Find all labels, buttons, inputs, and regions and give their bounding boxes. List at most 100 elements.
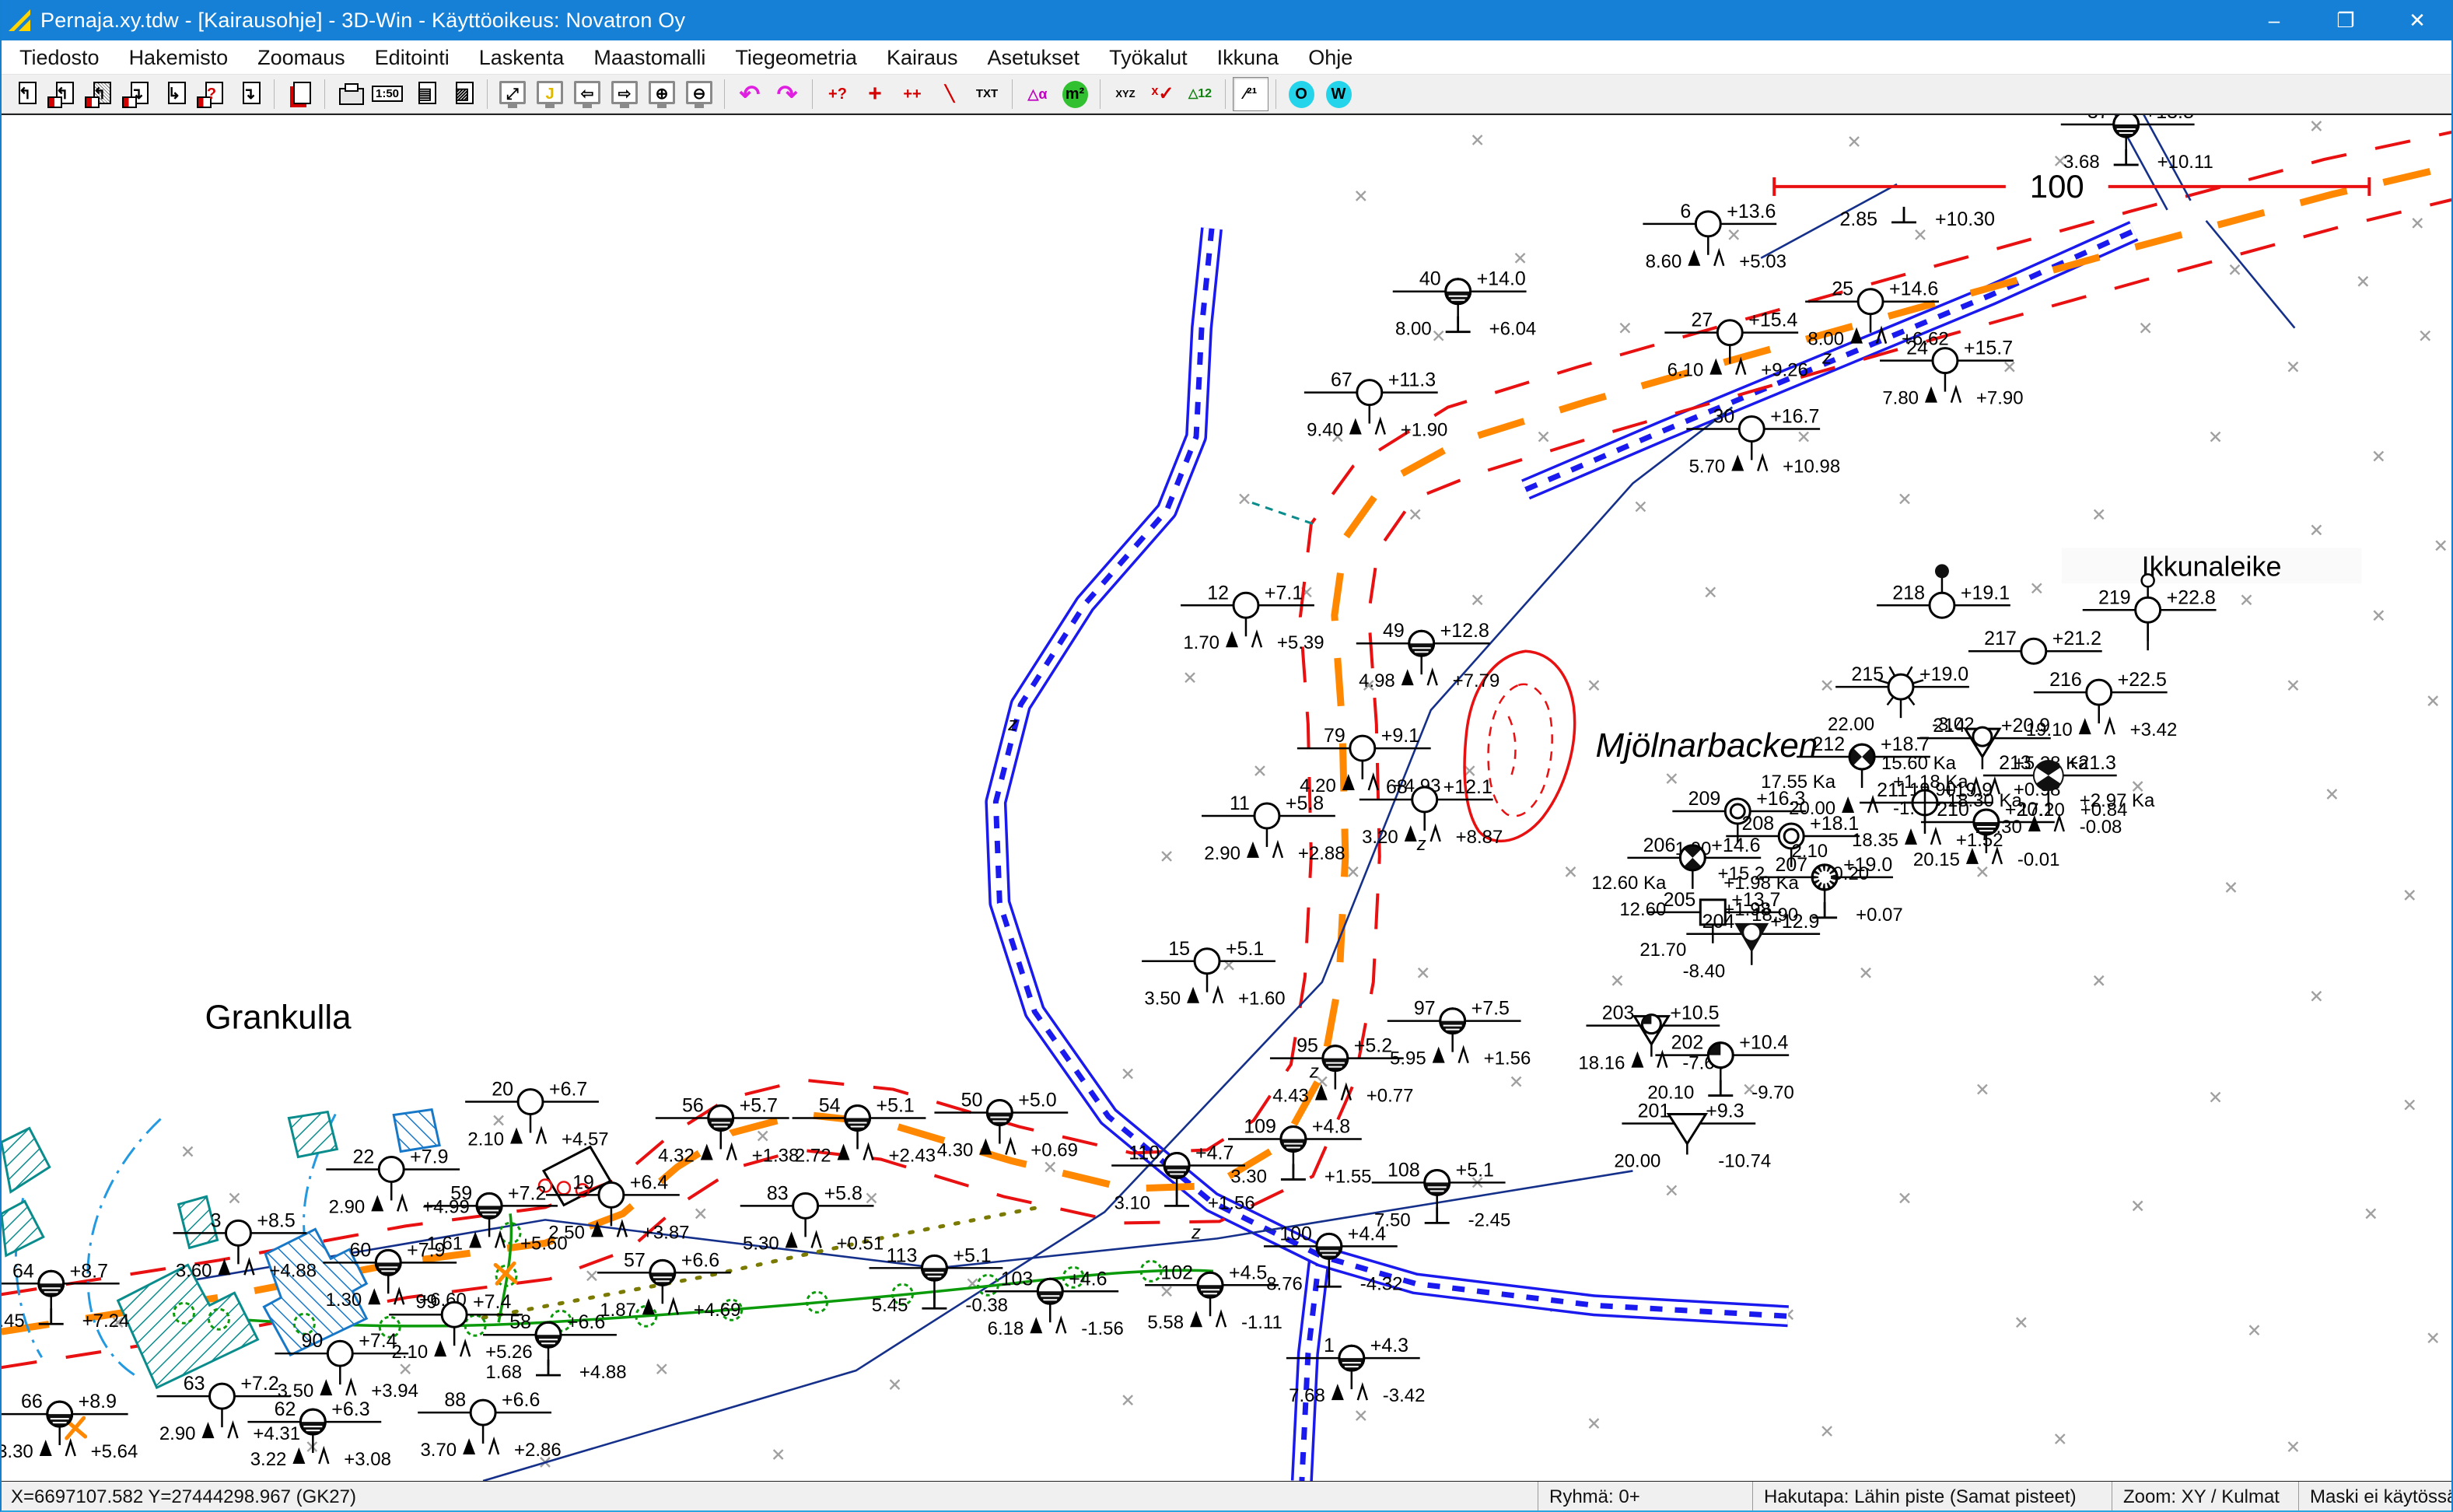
pan-right-button[interactable]: ⇨ [607,77,642,111]
menu-editointi[interactable]: Editointi [360,40,464,75]
triangle-model-glyph: △12 [1188,88,1212,100]
survey-point-219[interactable]: 219+22.8 [2083,574,2217,650]
triangle-model-button[interactable]: △12 [1182,77,1218,111]
write-file-glyph: ↴ [243,86,256,102]
survey-point-20[interactable]: 20+6.72.10+4.57 [465,1079,609,1150]
svg-text:6.18: 6.18 [988,1318,1024,1339]
survey-point-217[interactable]: 217+21.2 [1968,628,2102,663]
menu-maastomalli[interactable]: Maastomalli [579,40,720,75]
survey-point-66[interactable]: 66+8.93.30+5.64 [0,1391,138,1462]
coordinate-tool-button[interactable]: XYZ [1108,77,1143,111]
read-multiple-button[interactable]: ↰ [82,77,117,111]
svg-text:+13.7: +13.7 [1731,889,1780,911]
undo-button[interactable]: ↶ [732,77,768,111]
survey-point-102[interactable]: 102+4.55.58-1.11 [1145,1262,1282,1333]
survey-point-109[interactable]: 109+4.83.30+1.55 [1228,1116,1372,1188]
menu-ohje[interactable]: Ohje [1293,40,1367,75]
tool-o-button[interactable]: O [1283,77,1319,111]
svg-text:3.22: 3.22 [250,1449,287,1470]
svg-text:21.70: 21.70 [1639,940,1686,961]
survey-point-40[interactable]: 40+14.08.00+6.04 [1393,268,1537,340]
menu-tiegeometria[interactable]: Tiegeometria [720,40,872,75]
survey-point-37[interactable]: 37+13.83.68+10.11 [2061,115,2213,173]
survey-point-aux[interactable]: 2.85+10.30 [1839,207,1995,230]
survey-point-95[interactable]: 95+5.24.43+0.77 [1270,1035,1414,1107]
survey-point-202[interactable]: 202+10.420.10-9.70 [1647,1032,1794,1104]
svg-text:+1.90: +1.90 [1401,420,1448,441]
text-tool-button[interactable]: TXT [969,77,1005,111]
svg-text:215: 215 [1851,663,1884,685]
write-file-button[interactable]: ↴ [231,77,267,111]
menu-ikkuna[interactable]: Ikkuna [1202,40,1294,75]
survey-point-50[interactable]: 50+5.04.30+0.69 [934,1090,1078,1161]
menu-zoomaus[interactable]: Zoomaus [243,40,360,75]
svg-text:3.70: 3.70 [420,1440,457,1461]
svg-text:+21.3: +21.3 [2067,752,2116,774]
zoom-out-button[interactable]: ⊖ [681,77,717,111]
svg-text:+4.3: +4.3 [1370,1335,1408,1356]
zoom-previous-button[interactable]: J [532,77,568,111]
survey-point-67[interactable]: 67+11.39.40+1.90 [1304,369,1448,441]
survey-point-56[interactable]: 56+5.74.32+1.38 [656,1095,800,1167]
sheet-settings-button[interactable]: ▤ [407,77,443,111]
survey-point-83[interactable]: 83+5.85.30+0.51 [740,1182,884,1254]
svg-text:40: 40 [1419,268,1441,290]
close-button[interactable]: ✕ [2381,0,2453,40]
menu-laskenta[interactable]: Laskenta [464,40,579,75]
menu-kairaus[interactable]: Kairaus [872,40,973,75]
save-query-button[interactable]: ? [194,77,229,111]
svg-text:25: 25 [1832,278,1853,300]
survey-point-88[interactable]: 88+6.63.70+2.86 [418,1389,562,1461]
survey-point-6[interactable]: 6+13.68.60+5.03 [1643,201,1786,272]
survey-point-15[interactable]: 15+5.13.50+1.60 [1142,938,1286,1010]
survey-point-97[interactable]: 97+7.55.95+1.56 [1387,998,1531,1069]
menu-hakemisto[interactable]: Hakemisto [114,40,243,75]
menu-asetukset[interactable]: Asetukset [973,40,1095,75]
tool-w-button[interactable]: W [1321,77,1356,111]
svg-text:Ikkunaleike: Ikkunaleike [2142,550,2282,582]
scale-1-50-button[interactable]: 1:50 [369,77,405,111]
cross-section-21-button[interactable]: ∕²¹ [1233,77,1268,111]
svg-text:4.30: 4.30 [937,1139,974,1160]
zoom-in-button[interactable]: ⊕ [644,77,680,111]
save-file-button[interactable]: ↴ [119,77,155,111]
survey-point-218[interactable]: 218+19.1 [1877,564,2010,618]
triangle-calc-button[interactable]: △α [1020,77,1055,111]
survey-point-11[interactable]: 11+5.82.90+2.88 [1202,793,1345,864]
open-file-format-button[interactable]: ↰ [44,77,80,111]
survey-point-59[interactable]: 59+7.21.61+5.60 [424,1182,568,1254]
map-canvas[interactable]: Ikkunaleikezzzzz100GrankullaMjölnarbacke… [0,114,2453,1481]
area-calc-button[interactable]: m² [1057,77,1093,111]
survey-point-100[interactable]: 100+4.48.76-4.32 [1264,1223,1402,1294]
zoom-fit-button[interactable]: ⤢ [495,77,530,111]
survey-point-12[interactable]: 12+7.11.70+5.39 [1181,582,1324,653]
menu-työkalut[interactable]: Työkalut [1094,40,1202,75]
survey-point-64[interactable]: 64+8.71.45+7.24 [0,1260,129,1332]
document-manager-button[interactable] [282,77,317,111]
svg-text:204: 204 [1702,911,1735,933]
minimize-button[interactable]: – [2238,0,2310,40]
point-info-button[interactable]: +? [820,77,856,111]
file-transfer-button[interactable]: ↳ [156,77,192,111]
menu-tiedosto[interactable]: Tiedosto [5,40,114,75]
print-button[interactable] [332,77,368,111]
point-add-button[interactable]: + [857,77,893,111]
svg-text:+5.1: +5.1 [877,1095,915,1117]
open-file-button[interactable]: ↰ [7,77,43,111]
svg-text:1.70: 1.70 [1183,632,1220,653]
svg-text:95: 95 [1296,1035,1318,1057]
survey-point-201[interactable]: 201+9.320.00-10.74 [1614,1101,1771,1172]
window-title: Pernaja.xy.tdw - [Kairausohje] - 3D-Win … [40,9,685,33]
svg-text:+2.97 Ka: +2.97 Ka [2080,790,2155,811]
sheet-hatch-button[interactable]: ▨ [444,77,480,111]
line-edit-button[interactable]: ╲ [932,77,968,111]
redo-button[interactable]: ↷ [769,77,805,111]
pan-left-button[interactable]: ⇦ [569,77,605,111]
area-calc-glyph: m² [1066,86,1084,102]
point-edit-multi-button[interactable]: ++ [894,77,930,111]
survey-point-27[interactable]: 27+15.46.10+9.26 [1664,310,1808,381]
maximize-button[interactable]: ❐ [2310,0,2381,40]
survey-point-113[interactable]: 113+5.15.45-0.38 [870,1244,1008,1316]
point-check-button[interactable]: ˣ✓ [1145,77,1181,111]
survey-point-79[interactable]: 79+9.14.20+4.93 [1297,725,1441,796]
